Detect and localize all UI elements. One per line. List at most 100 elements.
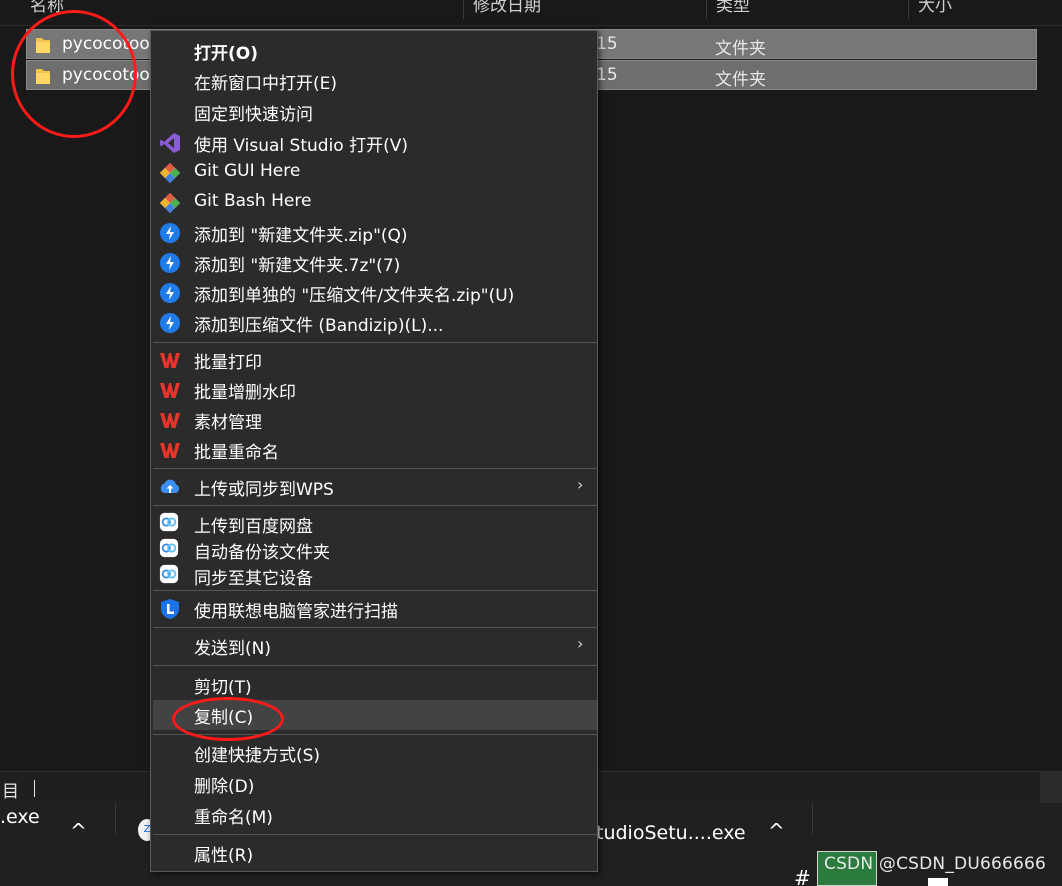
menu-item-baidu-backup[interactable]: 自动备份该文件夹: [153, 535, 597, 563]
file-type: 文件夹: [715, 39, 766, 59]
wps-icon: [160, 413, 180, 428]
menu-item-lenovo-scan[interactable]: 使用联想电脑管家进行扫描: [153, 594, 597, 624]
chevron-right-icon: ›: [577, 634, 584, 653]
menu-item-wps-sync[interactable]: 上传或同步到WPS ›: [153, 472, 597, 502]
baidu-netdisk-icon: [159, 512, 179, 532]
status-text: 目: [2, 782, 19, 802]
red-annotation-circle: [172, 697, 284, 741]
file-date: 15: [596, 65, 618, 85]
chevron-right-icon: ›: [577, 475, 584, 494]
taskbar-divider: [812, 803, 813, 835]
menu-separator: [153, 834, 597, 835]
red-annotation-circle: [11, 10, 137, 138]
menu-item-bandizip-zip[interactable]: 添加到 "新建文件夹.zip"(Q): [153, 218, 597, 248]
menu-item-batch-watermark[interactable]: 批量增删水印: [153, 375, 597, 405]
visual-studio-icon: [160, 133, 180, 153]
baidu-netdisk-icon: [159, 538, 179, 558]
menu-separator: [153, 468, 597, 469]
menu-item-properties[interactable]: 属性(R): [153, 838, 597, 868]
context-menu: 打开(O) 在新窗口中打开(E) 固定到快速访问 使用 Visual Studi…: [150, 30, 598, 872]
menu-item-send-to[interactable]: 发送到(N) ›: [153, 631, 597, 661]
menu-item-label: 属性(R): [194, 846, 254, 866]
csdn-watermark: CSDN @CSDN_DU666666: [824, 854, 1047, 874]
menu-item-open[interactable]: 打开(O): [153, 36, 597, 66]
bandizip-icon: [160, 223, 180, 243]
tray-hash-glyph: #: [794, 866, 811, 886]
menu-item-label: 发送到(N): [194, 639, 271, 659]
menu-item-label: 固定到快速访问: [194, 105, 313, 125]
menu-item-label: 批量重命名: [194, 443, 279, 463]
menu-item-open-visual-studio[interactable]: 使用 Visual Studio 打开(V): [153, 128, 597, 158]
status-caret: [34, 780, 35, 797]
lenovo-shield-icon: [161, 599, 179, 619]
menu-item-bandizip-separate[interactable]: 添加到单独的 "压缩文件/文件夹名.zip"(U): [153, 278, 597, 308]
status-bar-button[interactable]: [1040, 772, 1062, 804]
menu-item-label: 批量打印: [194, 353, 262, 373]
column-divider[interactable]: [706, 0, 707, 19]
column-type[interactable]: 类型: [716, 0, 750, 16]
download-item-left[interactable]: .exe: [0, 806, 40, 828]
menu-item-asset-manager[interactable]: 素材管理: [153, 405, 597, 435]
bandizip-icon: [160, 283, 180, 303]
download-item-setup[interactable]: tudioSetu....exe: [596, 822, 746, 844]
baidu-netdisk-icon: [159, 564, 179, 584]
menu-separator: [153, 342, 597, 343]
file-type: 文件夹: [715, 70, 766, 90]
wps-icon: [160, 383, 180, 398]
column-header-bar: 名称 修改日期 类型 大小: [0, 0, 1062, 26]
menu-item-open-new-window[interactable]: 在新窗口中打开(E): [153, 66, 597, 96]
file-date: 15: [596, 34, 618, 54]
menu-item-label: 添加到 "新建文件夹.zip"(Q): [194, 226, 408, 246]
menu-item-rename[interactable]: 重命名(M): [153, 800, 597, 830]
menu-separator: [153, 665, 597, 666]
menu-item-bandizip-archive[interactable]: 添加到压缩文件 (Bandizip)(L)...: [153, 308, 597, 338]
taskbar-divider: [115, 803, 116, 835]
git-icon: [160, 193, 180, 213]
menu-separator: [153, 627, 597, 628]
menu-item-label: 素材管理: [194, 413, 262, 433]
wps-cloud-icon: [160, 479, 180, 493]
menu-separator: [153, 590, 597, 591]
menu-item-label: 使用 Visual Studio 打开(V): [194, 136, 409, 156]
column-size[interactable]: 大小: [918, 0, 952, 16]
column-divider[interactable]: [908, 0, 909, 19]
menu-item-label: 同步至其它设备: [194, 569, 313, 589]
menu-item-git-bash[interactable]: Git Bash Here: [153, 188, 597, 218]
menu-item-label: Git Bash Here: [194, 191, 312, 211]
column-date[interactable]: 修改日期: [473, 0, 541, 16]
menu-item-label: 重命名(M): [194, 808, 273, 828]
menu-item-label: 添加到压缩文件 (Bandizip)(L)...: [194, 316, 444, 336]
menu-item-label: 打开(O): [194, 44, 258, 64]
menu-item-label: 剪切(T): [194, 678, 252, 698]
menu-item-batch-rename[interactable]: 批量重命名: [153, 435, 597, 465]
chevron-up-icon[interactable]: ^: [70, 819, 87, 843]
menu-item-label: 自动备份该文件夹: [194, 543, 330, 563]
menu-item-pin-quick-access[interactable]: 固定到快速访问: [153, 97, 597, 127]
chevron-up-icon[interactable]: ^: [768, 819, 785, 843]
menu-item-label: 删除(D): [194, 777, 255, 797]
menu-item-label: 在新窗口中打开(E): [194, 74, 338, 94]
bandizip-icon: [160, 313, 180, 333]
menu-item-delete[interactable]: 删除(D): [153, 769, 597, 799]
menu-item-bandizip-7z[interactable]: 添加到 "新建文件夹.7z"(7): [153, 248, 597, 278]
menu-item-baidu-upload[interactable]: 上传到百度网盘: [153, 509, 597, 537]
wps-icon: [160, 353, 180, 368]
menu-item-label: 上传到百度网盘: [194, 517, 313, 537]
menu-item-cut[interactable]: 剪切(T): [153, 670, 597, 700]
git-icon: [160, 163, 180, 183]
menu-item-label: 添加到 "新建文件夹.7z"(7): [194, 256, 401, 276]
column-divider[interactable]: [463, 0, 464, 19]
menu-item-label: 使用联想电脑管家进行扫描: [194, 602, 398, 622]
menu-item-label: 创建快捷方式(S): [194, 746, 321, 766]
menu-item-label: 批量增删水印: [194, 383, 296, 403]
menu-item-label: 上传或同步到WPS: [194, 480, 334, 500]
menu-item-git-gui[interactable]: Git GUI Here: [153, 158, 597, 188]
menu-separator: [153, 505, 597, 506]
menu-item-label: 添加到单独的 "压缩文件/文件夹名.zip"(U): [194, 286, 515, 306]
menu-item-create-shortcut[interactable]: 创建快捷方式(S): [153, 738, 597, 768]
menu-item-label: Git GUI Here: [194, 161, 301, 181]
tray-icon[interactable]: [928, 878, 948, 886]
menu-item-batch-print[interactable]: 批量打印: [153, 345, 597, 375]
bandizip-icon: [160, 253, 180, 273]
menu-item-baidu-sync[interactable]: 同步至其它设备: [153, 561, 597, 589]
